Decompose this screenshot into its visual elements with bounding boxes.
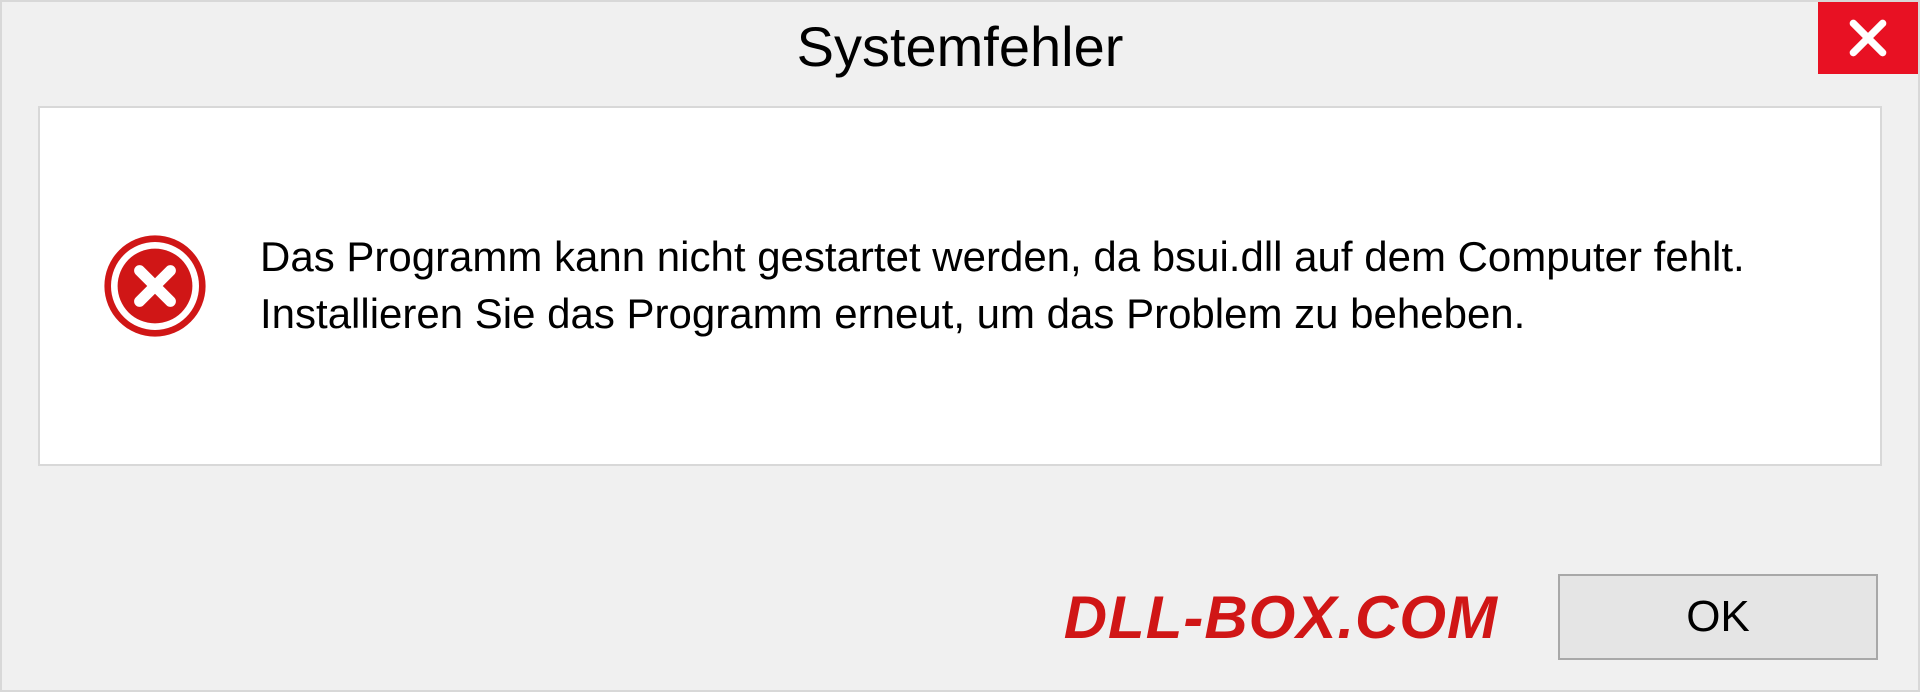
titlebar: Systemfehler <box>2 2 1918 92</box>
error-dialog: Systemfehler Das Programm kann nicht ges… <box>0 0 1920 692</box>
error-icon <box>100 231 210 341</box>
close-button[interactable] <box>1818 2 1918 74</box>
watermark-text: DLL-BOX.COM <box>1064 583 1498 652</box>
ok-button[interactable]: OK <box>1558 574 1878 660</box>
dialog-footer: DLL-BOX.COM OK <box>2 574 1918 660</box>
close-icon <box>1846 16 1890 60</box>
error-message: Das Programm kann nicht gestartet werden… <box>260 229 1820 342</box>
content-panel: Das Programm kann nicht gestartet werden… <box>38 106 1882 466</box>
dialog-title: Systemfehler <box>797 14 1124 79</box>
